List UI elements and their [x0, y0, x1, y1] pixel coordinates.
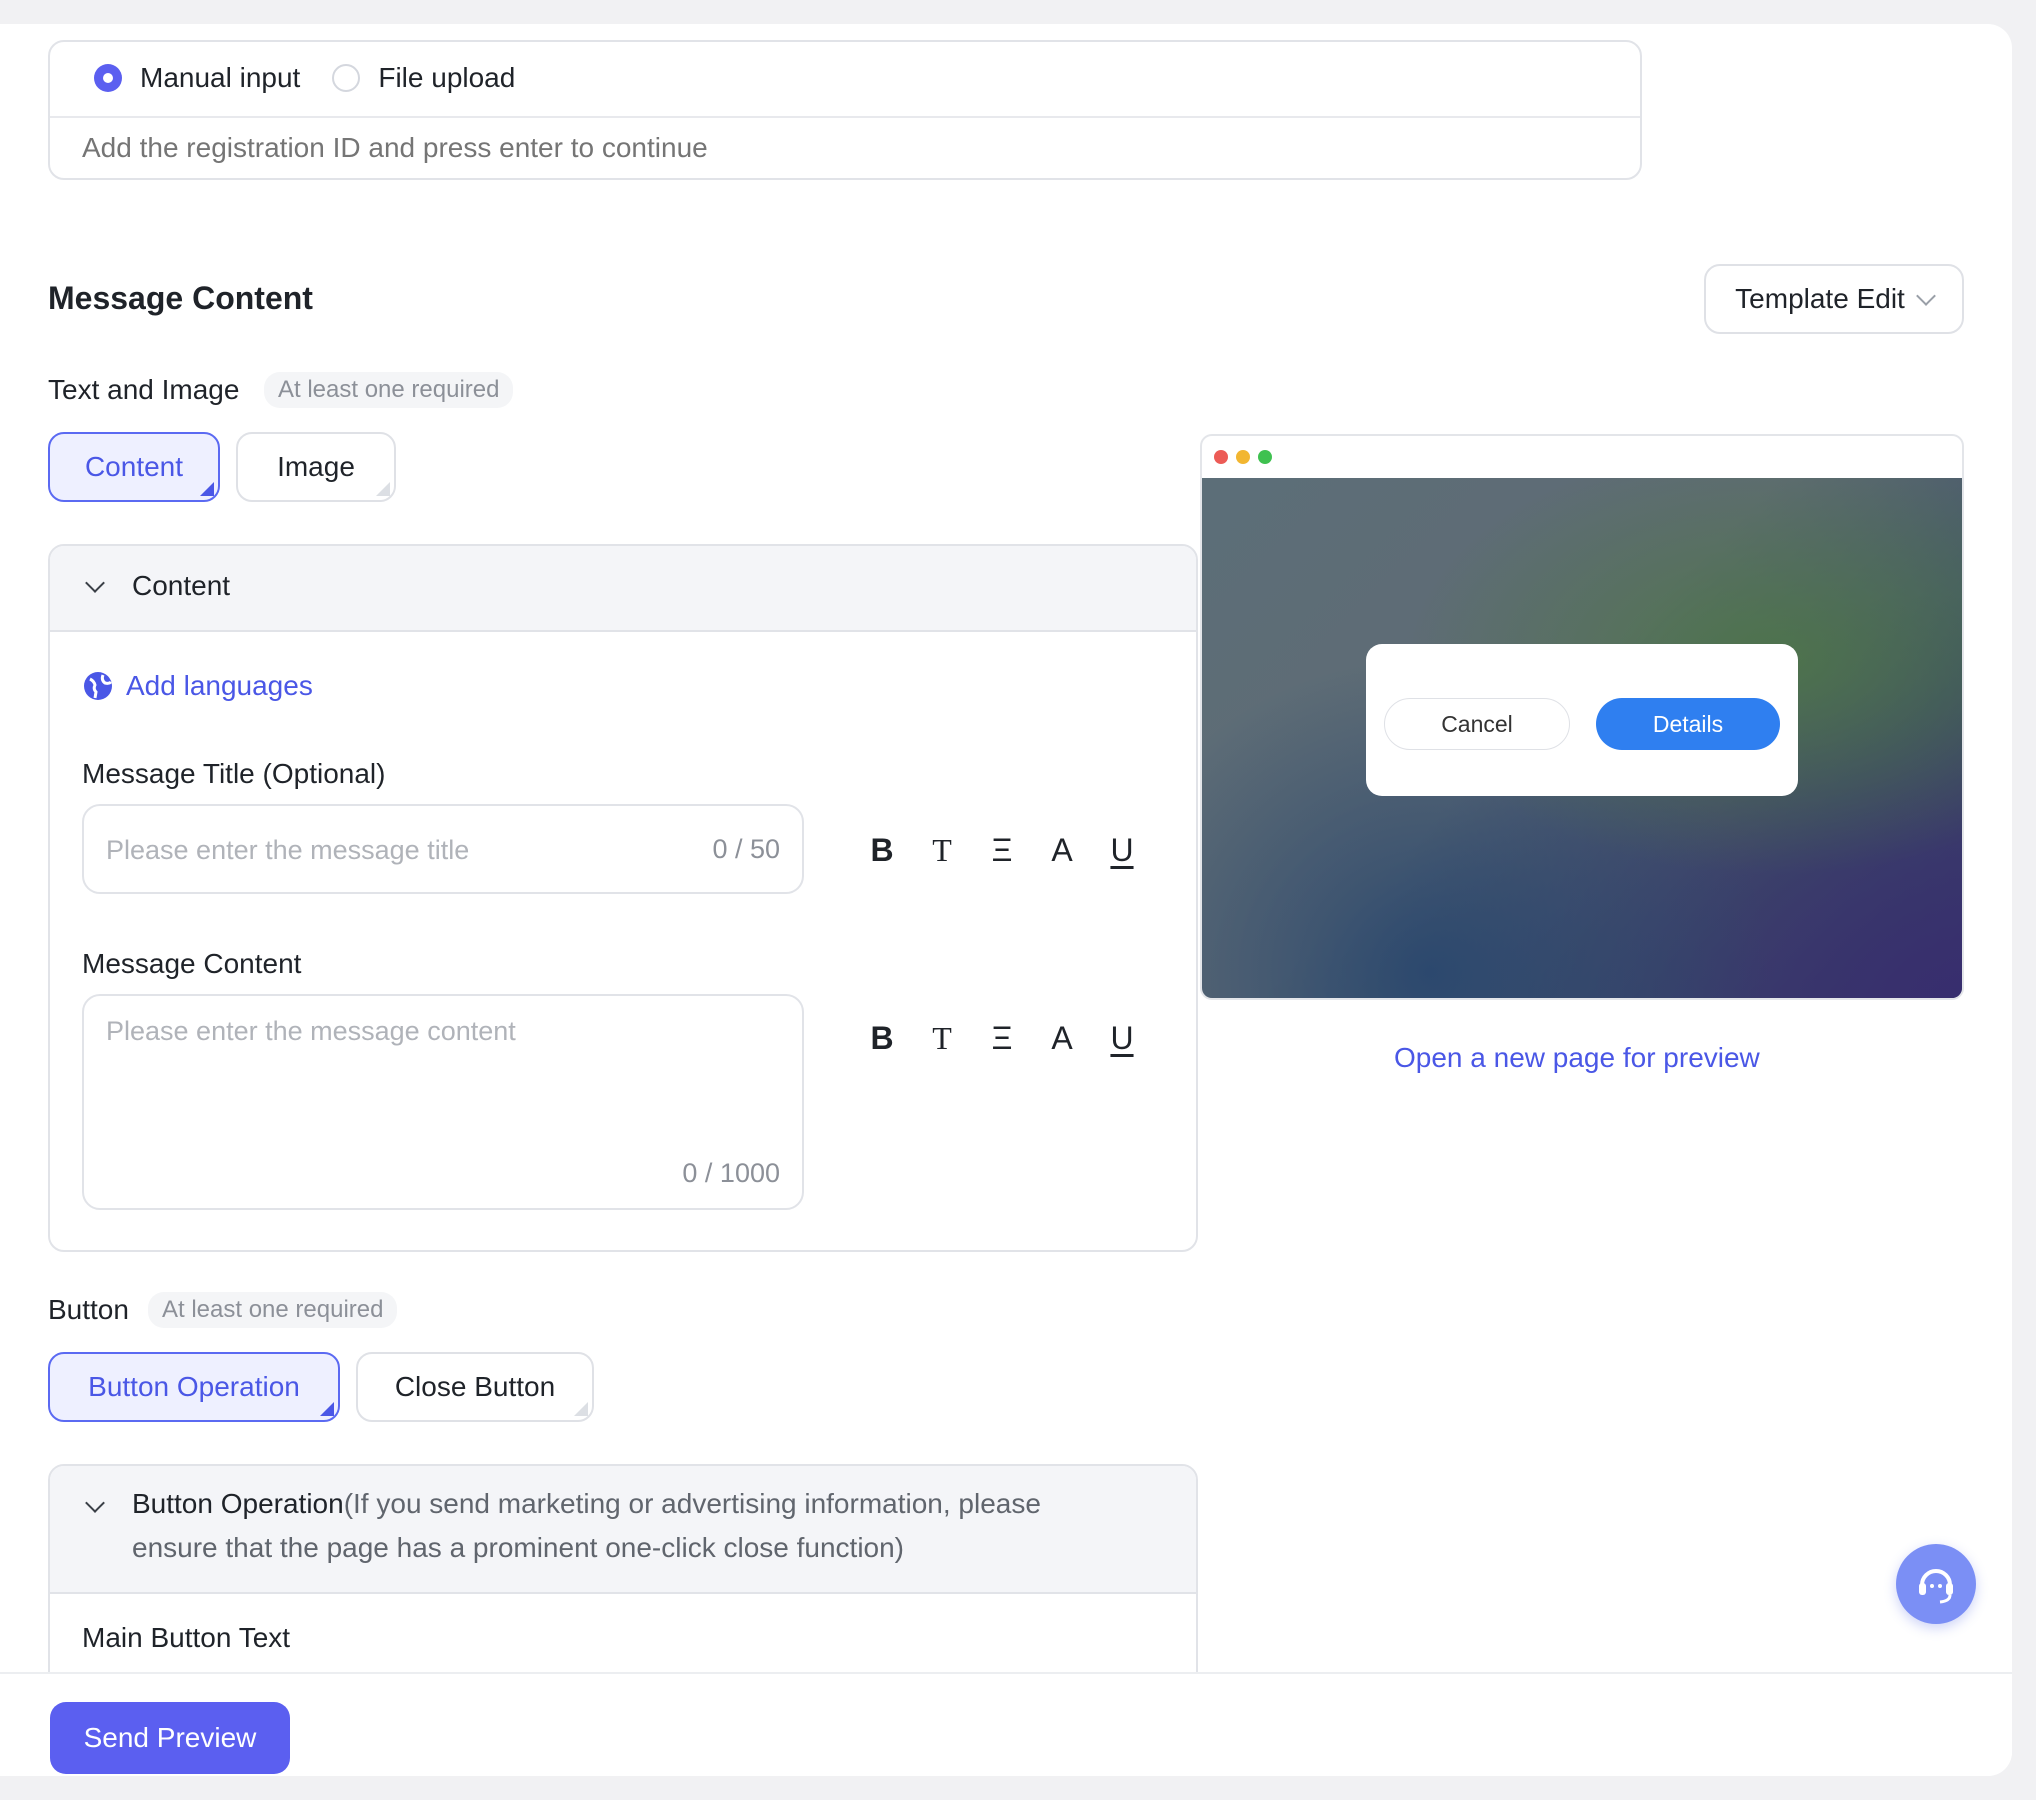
corner-icon: [574, 1402, 588, 1416]
preview-titlebar: [1202, 436, 1962, 479]
bold-icon[interactable]: B: [852, 1014, 912, 1062]
customer-support-button[interactable]: [1896, 1544, 1976, 1624]
file-upload-radio[interactable]: [332, 64, 361, 92]
add-languages-label: Add languages: [126, 670, 313, 701]
text-image-label: Text and Image: [48, 374, 240, 405]
button-operation-note-line1: (If you send marketing or advertising in…: [343, 1488, 1041, 1519]
globe-icon: [84, 672, 113, 700]
align-icon[interactable]: Ξ: [972, 1014, 1032, 1062]
preview-dialog: Cancel Details: [1366, 644, 1798, 796]
manual-input-label[interactable]: Manual input: [140, 62, 300, 94]
preview-window: Cancel Details: [1200, 434, 1964, 1000]
content-char-counter: 0 / 1000: [682, 1158, 780, 1188]
chevron-down-icon: [1915, 286, 1936, 306]
preview-cancel-button: Cancel: [1384, 698, 1570, 750]
preview-details-button: Details: [1596, 698, 1780, 750]
underline-icon[interactable]: U: [1092, 826, 1152, 874]
close-dot-icon: [1214, 450, 1228, 464]
footer-bar: Send Preview: [0, 1672, 2012, 1776]
button-operation-title-main: Button Operation: [132, 1488, 344, 1519]
recipient-input-box: Manual input File upload: [48, 40, 1642, 180]
underline-icon[interactable]: U: [1092, 1014, 1152, 1062]
button-operation-note-line2: ensure that the page has a prominent one…: [132, 1532, 905, 1563]
maximize-dot-icon: [1258, 450, 1272, 464]
message-title-field[interactable]: 0 / 50: [82, 804, 804, 894]
font-color-icon[interactable]: A: [1032, 1014, 1092, 1062]
input-mode-radio-group: Manual input File upload: [94, 62, 547, 94]
tab-content-label: Content: [84, 451, 184, 482]
tab-button-operation-label: Button Operation: [88, 1371, 300, 1402]
button-operation-title: Button Operation(If you send marketing o…: [132, 1482, 1152, 1570]
send-preview-button[interactable]: Send Preview: [50, 1702, 290, 1774]
tab-image[interactable]: Image: [236, 432, 396, 502]
align-icon[interactable]: Ξ: [972, 826, 1032, 874]
tab-close-button[interactable]: Close Button: [356, 1352, 594, 1422]
manual-input-radio[interactable]: [94, 64, 122, 92]
tab-button-operation[interactable]: Button Operation: [48, 1352, 340, 1422]
add-languages-link[interactable]: Add languages: [82, 670, 313, 702]
button-operation-panel-header[interactable]: Button Operation(If you send marketing o…: [50, 1466, 1196, 1594]
registration-id-input[interactable]: [82, 132, 1582, 164]
open-preview-link[interactable]: Open a new page for preview: [1394, 1042, 1760, 1074]
message-content-label: Message Content: [82, 948, 302, 979]
file-upload-label[interactable]: File upload: [378, 62, 515, 94]
title-char-counter: 0 / 50: [712, 834, 780, 864]
content-panel: Content Add languages Message Title (Opt…: [48, 544, 1198, 1252]
template-edit-label: Template Edit: [1735, 283, 1905, 314]
selected-corner-icon: [320, 1402, 334, 1416]
font-color-icon[interactable]: A: [1032, 826, 1092, 874]
button-section-hint: At least one required: [148, 1292, 398, 1328]
tab-image-label: Image: [277, 451, 355, 482]
message-content-heading: Message Content: [48, 280, 313, 316]
main-button-text-label: Main Button Text: [82, 1622, 291, 1653]
corner-icon: [376, 482, 390, 496]
text-size-icon[interactable]: T: [912, 1014, 972, 1062]
template-edit-dropdown[interactable]: Template Edit: [1704, 264, 1964, 334]
main-card: Manual input File upload Message Content…: [0, 24, 2012, 1776]
title-format-toolbar: B T Ξ A U: [852, 826, 1152, 874]
chevron-down-icon[interactable]: [85, 573, 105, 593]
minimize-dot-icon: [1236, 450, 1250, 464]
button-section-label: Button: [48, 1294, 129, 1325]
selected-corner-icon: [200, 482, 214, 496]
content-panel-header[interactable]: Content: [50, 546, 1196, 632]
divider: [50, 116, 1640, 118]
text-image-hint: At least one required: [264, 372, 514, 408]
content-panel-title: Content: [132, 570, 231, 601]
bold-icon[interactable]: B: [852, 826, 912, 874]
chevron-down-icon[interactable]: [85, 1493, 105, 1513]
text-size-icon[interactable]: T: [912, 826, 972, 874]
tab-close-button-label: Close Button: [394, 1371, 556, 1402]
content-format-toolbar: B T Ξ A U: [852, 1014, 1152, 1062]
headset-icon: [1919, 1569, 1953, 1604]
message-title-input[interactable]: [106, 835, 666, 866]
message-content-textarea[interactable]: [106, 1016, 776, 1146]
message-content-field[interactable]: 0 / 1000: [82, 994, 804, 1210]
message-title-label: Message Title (Optional): [82, 758, 386, 789]
preview-background: Cancel Details: [1202, 478, 1962, 998]
tab-content[interactable]: Content: [48, 432, 220, 502]
